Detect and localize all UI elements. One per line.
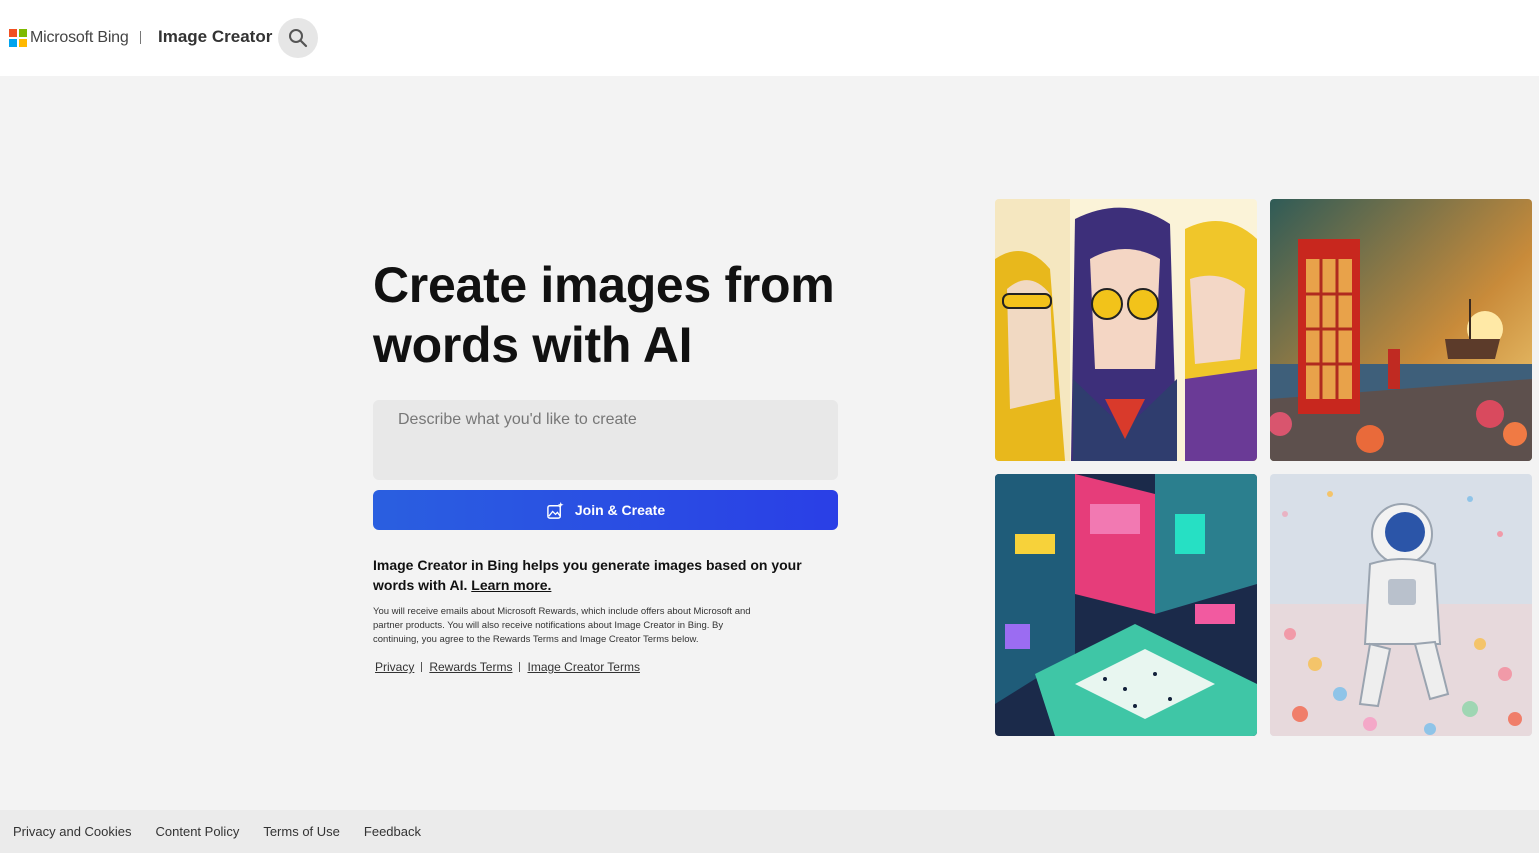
header-divider: [140, 31, 141, 44]
prompt-input[interactable]: [373, 400, 838, 480]
anime-girls-image[interactable]: [995, 199, 1257, 461]
image-creator-terms-link[interactable]: Image Creator Terms: [525, 660, 641, 674]
isometric-city-image[interactable]: [995, 474, 1257, 736]
search-icon: [289, 29, 308, 48]
search-button[interactable]: [278, 18, 318, 58]
link-separator: [519, 662, 521, 672]
top-bar: Microsoft Bing Image Creator: [0, 0, 1539, 76]
join-create-button[interactable]: Join & Create: [373, 490, 838, 530]
content-policy-link[interactable]: Content Policy: [156, 824, 240, 839]
brand-name[interactable]: Microsoft Bing: [30, 29, 129, 47]
description: Image Creator in Bing helps you generate…: [373, 555, 823, 595]
privacy-link[interactable]: Privacy: [373, 660, 416, 674]
astronaut-flowers-image[interactable]: [1270, 474, 1532, 736]
page-title: Create images from words with AI: [373, 257, 835, 373]
rewards-terms-link[interactable]: Rewards Terms: [427, 660, 514, 674]
join-create-label: Join & Create: [574, 502, 666, 518]
footer: Privacy and Cookies Content Policy Terms…: [0, 810, 1539, 853]
feedback-link[interactable]: Feedback: [364, 824, 421, 839]
terms-of-use-link[interactable]: Terms of Use: [263, 824, 340, 839]
link-separator: [421, 662, 423, 672]
product-title[interactable]: Image Creator: [158, 27, 272, 47]
legal-links: Privacy Rewards Terms Image Creator Term…: [373, 660, 642, 674]
image-sparkle-icon: [547, 501, 564, 519]
microsoft-logo-icon[interactable]: [9, 29, 27, 47]
phone-booth-painting-image[interactable]: [1270, 199, 1532, 461]
description-text: Image Creator in Bing helps you generate…: [373, 557, 802, 593]
privacy-cookies-link[interactable]: Privacy and Cookies: [13, 824, 132, 839]
rewards-fine-print: You will receive emails about Microsoft …: [373, 606, 751, 645]
learn-more-link[interactable]: Learn more.: [471, 577, 551, 593]
